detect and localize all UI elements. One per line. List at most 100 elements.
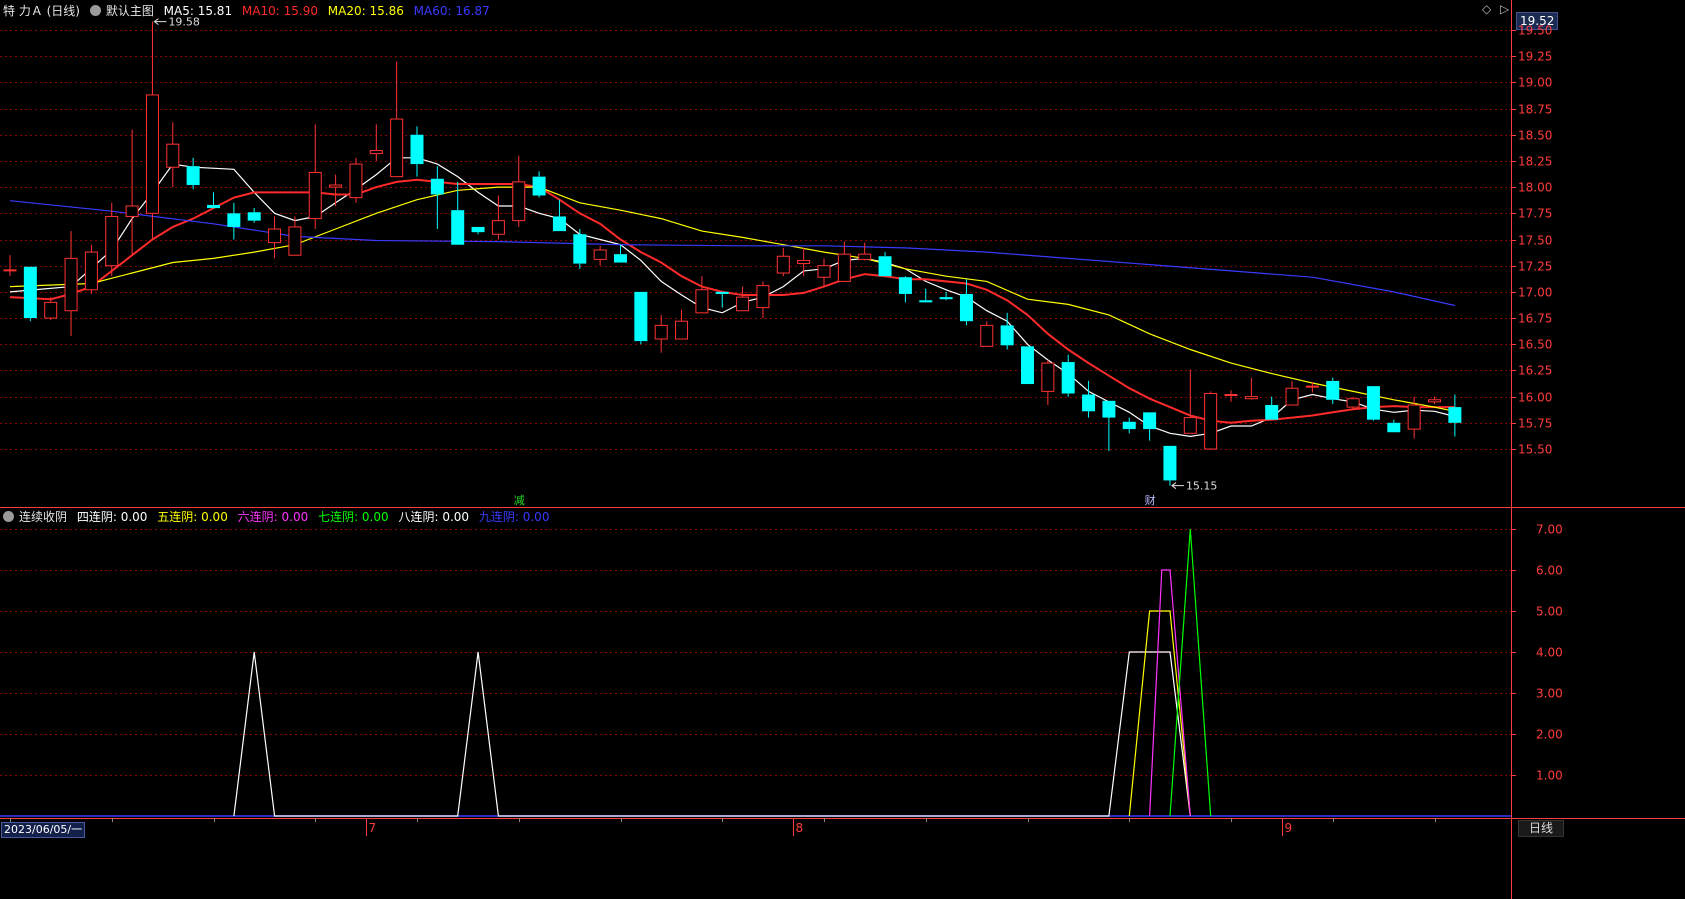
five-yin-line	[1128, 610, 1191, 817]
candle	[756, 281, 770, 319]
x-tick-label: 9	[1285, 821, 1293, 835]
candle	[1285, 380, 1299, 406]
candle-body	[1000, 325, 1014, 346]
candle-body	[308, 171, 322, 220]
x-tick-label: 8	[796, 821, 804, 835]
ma20-line	[9, 186, 1456, 412]
candle	[410, 126, 424, 177]
candle-body	[878, 256, 892, 277]
candle	[736, 286, 750, 312]
ma5-line	[9, 157, 1456, 438]
candle-body	[512, 181, 526, 222]
candle	[858, 242, 872, 261]
ma10-line	[9, 178, 1455, 424]
candle	[1387, 419, 1401, 433]
candle-body	[715, 291, 729, 294]
y-tick-label: 16.25	[1518, 364, 1552, 378]
candle-body	[369, 149, 383, 155]
candle-body	[105, 215, 119, 267]
candle	[349, 157, 363, 203]
candle-body	[959, 293, 973, 322]
candle	[614, 244, 627, 263]
y-tick-label: 17.25	[1518, 260, 1552, 274]
candle	[207, 192, 220, 209]
candle-body	[817, 265, 831, 278]
candle-body	[1387, 422, 1401, 433]
candle-body	[227, 213, 241, 227]
candle-body	[1326, 380, 1340, 400]
candle	[1448, 394, 1462, 437]
candle-body	[898, 277, 912, 294]
candle	[1326, 377, 1340, 404]
candle	[695, 276, 709, 314]
candle-body	[1407, 404, 1421, 430]
candle-body	[797, 259, 811, 265]
y-tick-label: 2.00	[1536, 728, 1563, 742]
candle-body	[1448, 407, 1462, 423]
candle	[532, 171, 546, 198]
candle	[939, 291, 953, 301]
y-tick-label: 17.50	[1518, 234, 1552, 248]
candle-body	[939, 297, 953, 300]
ma-lines	[9, 157, 1456, 438]
candle-body	[64, 257, 78, 312]
candle-body	[44, 301, 58, 319]
y-tick-label: 15.50	[1518, 443, 1552, 457]
candle-body	[1041, 362, 1055, 392]
candle	[919, 288, 933, 303]
candle-body	[329, 184, 343, 188]
candle	[837, 241, 851, 282]
candle-body	[84, 251, 98, 291]
candle	[288, 216, 302, 256]
candle	[308, 124, 322, 230]
candle	[430, 166, 444, 230]
candle-body	[186, 166, 200, 186]
candle-body	[288, 226, 302, 256]
candle-body	[919, 300, 933, 303]
low-price-label: 15.15	[1186, 480, 1218, 493]
candle-body	[1285, 387, 1299, 406]
candle	[227, 202, 241, 240]
ma60-line	[9, 200, 1456, 307]
candle	[573, 229, 587, 269]
candle-body	[1346, 398, 1360, 408]
candle	[247, 208, 261, 223]
candle-body	[614, 254, 627, 263]
y-tick-label: 19.25	[1518, 50, 1552, 64]
candle	[44, 297, 58, 321]
y-tick-label: 6.00	[1536, 564, 1563, 578]
candles	[3, 21, 1462, 486]
chart-canvas[interactable]: 19.50 19.25 19.00 18.75 18.50 18.25 18.00 17.75…	[0, 0, 1685, 899]
candle-body	[491, 220, 505, 235]
candle	[797, 247, 811, 277]
candle	[634, 291, 648, 345]
y-tick-label: 19.50	[1518, 24, 1552, 38]
candle	[23, 266, 37, 322]
candle-body	[1244, 396, 1258, 400]
price-marker-arrow	[1171, 482, 1184, 490]
candle-body	[125, 205, 139, 217]
candle	[369, 124, 383, 161]
y-tick-label: 17.75	[1518, 207, 1552, 221]
candle-body	[1305, 385, 1319, 388]
candle	[715, 291, 729, 308]
candle	[471, 226, 485, 235]
candle-body	[532, 176, 546, 196]
high-price-label: 19.58	[168, 16, 200, 29]
y-tick-label: 5.00	[1536, 605, 1563, 619]
candle	[1102, 400, 1116, 452]
x-tick-label: 7	[369, 821, 377, 835]
axes: 19.50 19.25 19.00 18.75 18.50 18.25 18.00 17.75…	[0, 0, 1685, 899]
candle-body	[1183, 417, 1197, 434]
y-tick-label: 19.00	[1518, 76, 1552, 90]
y-tick-label: 1.00	[1536, 769, 1563, 783]
candle	[776, 247, 790, 277]
candle-body	[593, 249, 607, 260]
candle	[1041, 359, 1055, 406]
candle	[817, 258, 831, 287]
y-tick-label: 17.00	[1518, 286, 1552, 300]
candle-body	[736, 296, 750, 312]
candle-body	[1163, 445, 1177, 481]
candle	[84, 244, 98, 294]
y-tick-label: 7.00	[1536, 523, 1563, 537]
